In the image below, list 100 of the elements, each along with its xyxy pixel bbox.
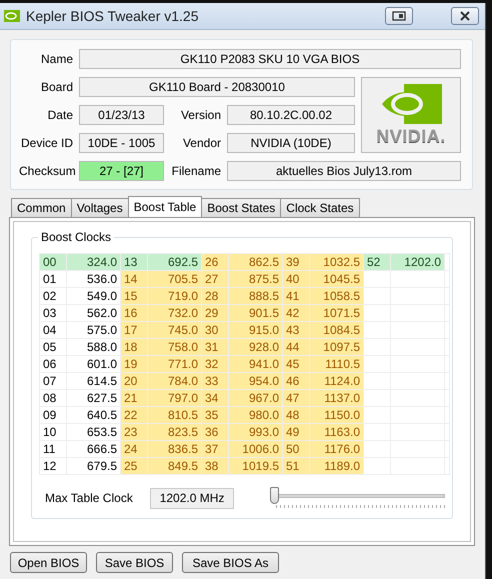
group-title: Boost Clocks bbox=[38, 230, 114, 244]
clock-cell[interactable]: 1189.0 bbox=[310, 458, 364, 474]
index-cell: 43 bbox=[282, 322, 310, 338]
index-cell: 16 bbox=[120, 304, 148, 322]
index-cell: 07 bbox=[40, 372, 66, 390]
index-cell: 34 bbox=[202, 390, 228, 406]
clock-cell[interactable]: 888.5 bbox=[228, 288, 282, 304]
clock-cell[interactable]: 836.5 bbox=[148, 440, 202, 458]
clock-cell[interactable]: 692.5 bbox=[148, 254, 202, 270]
text-field[interactable]: 27 - [27] bbox=[79, 161, 164, 181]
clock-cell[interactable]: 679.5 bbox=[66, 458, 120, 474]
clock-cell[interactable]: 562.0 bbox=[66, 304, 120, 322]
action-button[interactable]: Open BIOS bbox=[10, 552, 87, 573]
field-label: Name bbox=[40, 52, 73, 66]
text-field[interactable]: GK110 Board - 20830010 bbox=[79, 77, 355, 97]
clock-cell[interactable]: 1163.0 bbox=[310, 424, 364, 440]
clock-cell[interactable]: 1124.0 bbox=[310, 372, 364, 390]
clock-cell[interactable]: 1202.0 bbox=[390, 254, 444, 270]
eye-logo-icon bbox=[4, 10, 20, 22]
text-field[interactable]: aktuelles Bios July13.rom bbox=[227, 161, 461, 181]
index-cell: 49 bbox=[282, 424, 310, 440]
clock-cell[interactable]: 1150.0 bbox=[310, 406, 364, 424]
clock-cell[interactable]: 1058.5 bbox=[310, 288, 364, 304]
clock-cell[interactable]: 1084.5 bbox=[310, 322, 364, 338]
clock-cell[interactable]: 875.5 bbox=[228, 270, 282, 288]
clock-cell[interactable]: 1110.5 bbox=[310, 356, 364, 372]
clock-cell[interactable]: 758.0 bbox=[148, 338, 202, 356]
clock-cell[interactable]: 1137.0 bbox=[310, 390, 364, 406]
logo-text: NVIDIA. bbox=[376, 126, 446, 146]
restore-button[interactable] bbox=[385, 7, 413, 25]
clock-cell[interactable]: 1071.5 bbox=[310, 304, 364, 322]
clock-cell[interactable]: 601.0 bbox=[66, 356, 120, 372]
index-cell: 09 bbox=[40, 406, 66, 424]
text-field[interactable]: 10DE - 1005 bbox=[79, 133, 164, 153]
clock-cell[interactable]: 915.0 bbox=[228, 322, 282, 338]
clock-cell[interactable]: 928.0 bbox=[228, 338, 282, 356]
clock-cell[interactable]: 941.0 bbox=[228, 356, 282, 372]
clock-cell[interactable]: 1006.0 bbox=[228, 440, 282, 458]
index-cell: 14 bbox=[120, 270, 148, 288]
clock-cell[interactable]: 614.5 bbox=[66, 372, 120, 390]
clock-cell[interactable]: 954.0 bbox=[228, 372, 282, 390]
clock-cell[interactable]: 1019.5 bbox=[228, 458, 282, 474]
index-cell: 01 bbox=[40, 270, 66, 288]
text-field[interactable]: 01/23/13 bbox=[79, 105, 164, 125]
tab[interactable]: Boost States bbox=[201, 198, 282, 217]
clock-cell[interactable]: 324.0 bbox=[66, 254, 120, 270]
clock-cell[interactable]: 575.0 bbox=[66, 322, 120, 338]
clock-slider[interactable] bbox=[270, 487, 445, 509]
close-button[interactable] bbox=[451, 7, 479, 25]
tab[interactable]: Clock States bbox=[280, 198, 360, 217]
clock-cell[interactable]: 823.5 bbox=[148, 424, 202, 440]
max-clock-field[interactable]: 1202.0 MHz bbox=[150, 488, 234, 508]
action-button[interactable]: Save BIOS bbox=[96, 552, 173, 573]
index-cell: 38 bbox=[202, 458, 228, 474]
index-cell: 10 bbox=[40, 424, 66, 440]
index-cell: 48 bbox=[282, 406, 310, 424]
index-cell: 15 bbox=[120, 288, 148, 304]
index-cell: 31 bbox=[202, 338, 228, 356]
field-label: Vendor bbox=[182, 136, 221, 150]
index-cell: 05 bbox=[40, 338, 66, 356]
clock-cell[interactable]: 732.0 bbox=[148, 304, 202, 322]
field-label: Version bbox=[180, 108, 221, 122]
clock-cell[interactable]: 849.5 bbox=[148, 458, 202, 474]
index-cell: 22 bbox=[120, 406, 148, 424]
slider-thumb[interactable] bbox=[270, 487, 280, 504]
clock-cell[interactable]: 536.0 bbox=[66, 270, 120, 288]
clock-cell[interactable]: 666.5 bbox=[66, 440, 120, 458]
clock-cell[interactable]: 993.0 bbox=[228, 424, 282, 440]
clock-cell[interactable]: 1032.5 bbox=[310, 254, 364, 270]
clock-cell[interactable]: 1176.0 bbox=[310, 440, 364, 458]
clock-cell[interactable]: 784.0 bbox=[148, 372, 202, 390]
tab[interactable]: Voltages bbox=[70, 198, 129, 217]
tab[interactable]: Common bbox=[11, 198, 72, 217]
clock-cell[interactable]: 797.0 bbox=[148, 390, 202, 406]
tab[interactable]: Boost Table bbox=[128, 196, 202, 217]
clock-cell[interactable]: 862.5 bbox=[228, 254, 282, 270]
clock-cell[interactable]: 653.5 bbox=[66, 424, 120, 440]
index-cell: 13 bbox=[120, 254, 148, 270]
text-field[interactable]: GK110 P2083 SKU 10 VGA BIOS bbox=[79, 49, 461, 69]
clock-cell[interactable]: 549.0 bbox=[66, 288, 120, 304]
text-field[interactable]: NVIDIA (10DE) bbox=[227, 133, 355, 153]
index-cell: 04 bbox=[40, 322, 66, 338]
clock-cell[interactable]: 1097.5 bbox=[310, 338, 364, 356]
clock-cell[interactable]: 719.0 bbox=[148, 288, 202, 304]
clock-cell[interactable]: 771.0 bbox=[148, 356, 202, 372]
action-button[interactable]: Save BIOS As bbox=[182, 552, 279, 573]
clock-cell[interactable]: 980.0 bbox=[228, 406, 282, 424]
clock-cell[interactable]: 745.0 bbox=[148, 322, 202, 338]
clock-cell[interactable]: 588.0 bbox=[66, 338, 120, 356]
text-field[interactable]: 80.10.2C.00.02 bbox=[227, 105, 355, 125]
clock-cell[interactable]: 1045.5 bbox=[310, 270, 364, 288]
index-cell: 42 bbox=[282, 304, 310, 322]
clock-cell[interactable]: 705.5 bbox=[148, 270, 202, 288]
clock-cell[interactable]: 967.0 bbox=[228, 390, 282, 406]
index-cell: 47 bbox=[282, 390, 310, 406]
index-cell: 19 bbox=[120, 356, 148, 372]
clock-cell[interactable]: 810.5 bbox=[148, 406, 202, 424]
clock-cell[interactable]: 901.5 bbox=[228, 304, 282, 322]
clock-cell[interactable]: 627.5 bbox=[66, 390, 120, 406]
clock-cell[interactable]: 640.5 bbox=[66, 406, 120, 424]
